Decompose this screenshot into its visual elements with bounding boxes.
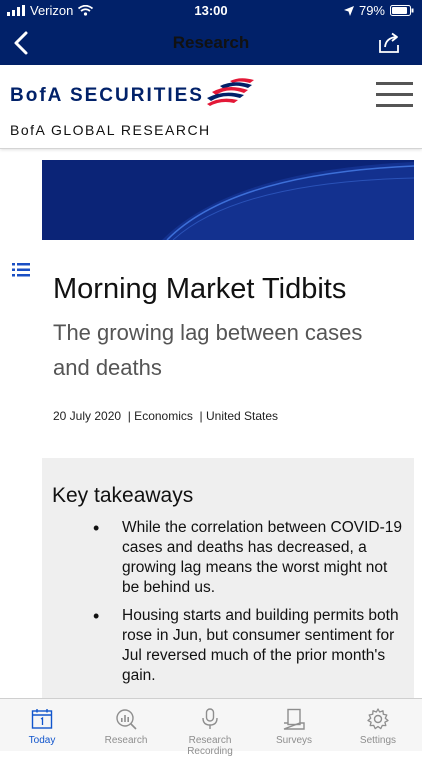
bofa-flag-logo-icon [207, 78, 254, 106]
article-subtitle: The growing lag between cases and deaths [53, 320, 363, 380]
brand-header: BofA SECURITIES BofA GLOBAL RESEARCH [0, 65, 422, 149]
location-arrow-icon [343, 5, 354, 16]
article-date: 20 July 2020 [53, 409, 122, 423]
research-search-icon [116, 709, 137, 730]
tab-settings[interactable]: Settings [336, 699, 420, 751]
calendar-icon [31, 709, 53, 729]
article-banner [42, 160, 414, 240]
table-of-contents-icon[interactable] [12, 263, 30, 277]
tab-surveys[interactable]: Surveys [252, 699, 336, 751]
tab-research-recording[interactable]: Research Recording [168, 699, 252, 757]
brand-name: BofA SECURITIES [10, 85, 204, 106]
article-region: | United States [199, 409, 279, 423]
tab-label: Research Recording [187, 735, 233, 757]
status-bar: Verizon 13:00 79% [0, 0, 422, 22]
tab-label: Today [28, 735, 56, 746]
takeaways-list: While the correlation between COVID-19 c… [42, 518, 414, 694]
tab-bar: Today Research Research Recording Survey… [0, 698, 422, 757]
article-category: | Economics [127, 409, 193, 423]
microphone-icon [202, 708, 218, 729]
tab-research[interactable]: Research [84, 699, 168, 751]
nav-bar: Research [0, 22, 422, 65]
tab-label: Surveys [275, 735, 313, 746]
article-meta: 20 July 2020 | Economics | United States [53, 409, 278, 423]
survey-icon [283, 708, 305, 730]
battery-icon [390, 5, 414, 16]
article-title: Morning Market Tidbits [53, 273, 347, 305]
takeaway-item: Housing starts and building permits both… [93, 606, 402, 686]
tab-today[interactable]: Today [0, 699, 84, 751]
key-takeaways-box: Key takeaways While the correlation betw… [42, 458, 414, 718]
menu-icon[interactable] [376, 82, 413, 108]
nav-title: Research [172, 33, 250, 52]
gear-icon [367, 708, 389, 730]
tab-label: Settings [359, 735, 397, 746]
key-takeaways-heading: Key takeaways [52, 484, 194, 507]
tab-label: Research [104, 735, 148, 746]
takeaway-item: While the correlation between COVID-19 c… [93, 518, 402, 598]
battery-percent: 79% [358, 3, 385, 18]
share-icon[interactable] [377, 31, 401, 55]
sub-brand: BofA GLOBAL RESEARCH [10, 122, 211, 138]
